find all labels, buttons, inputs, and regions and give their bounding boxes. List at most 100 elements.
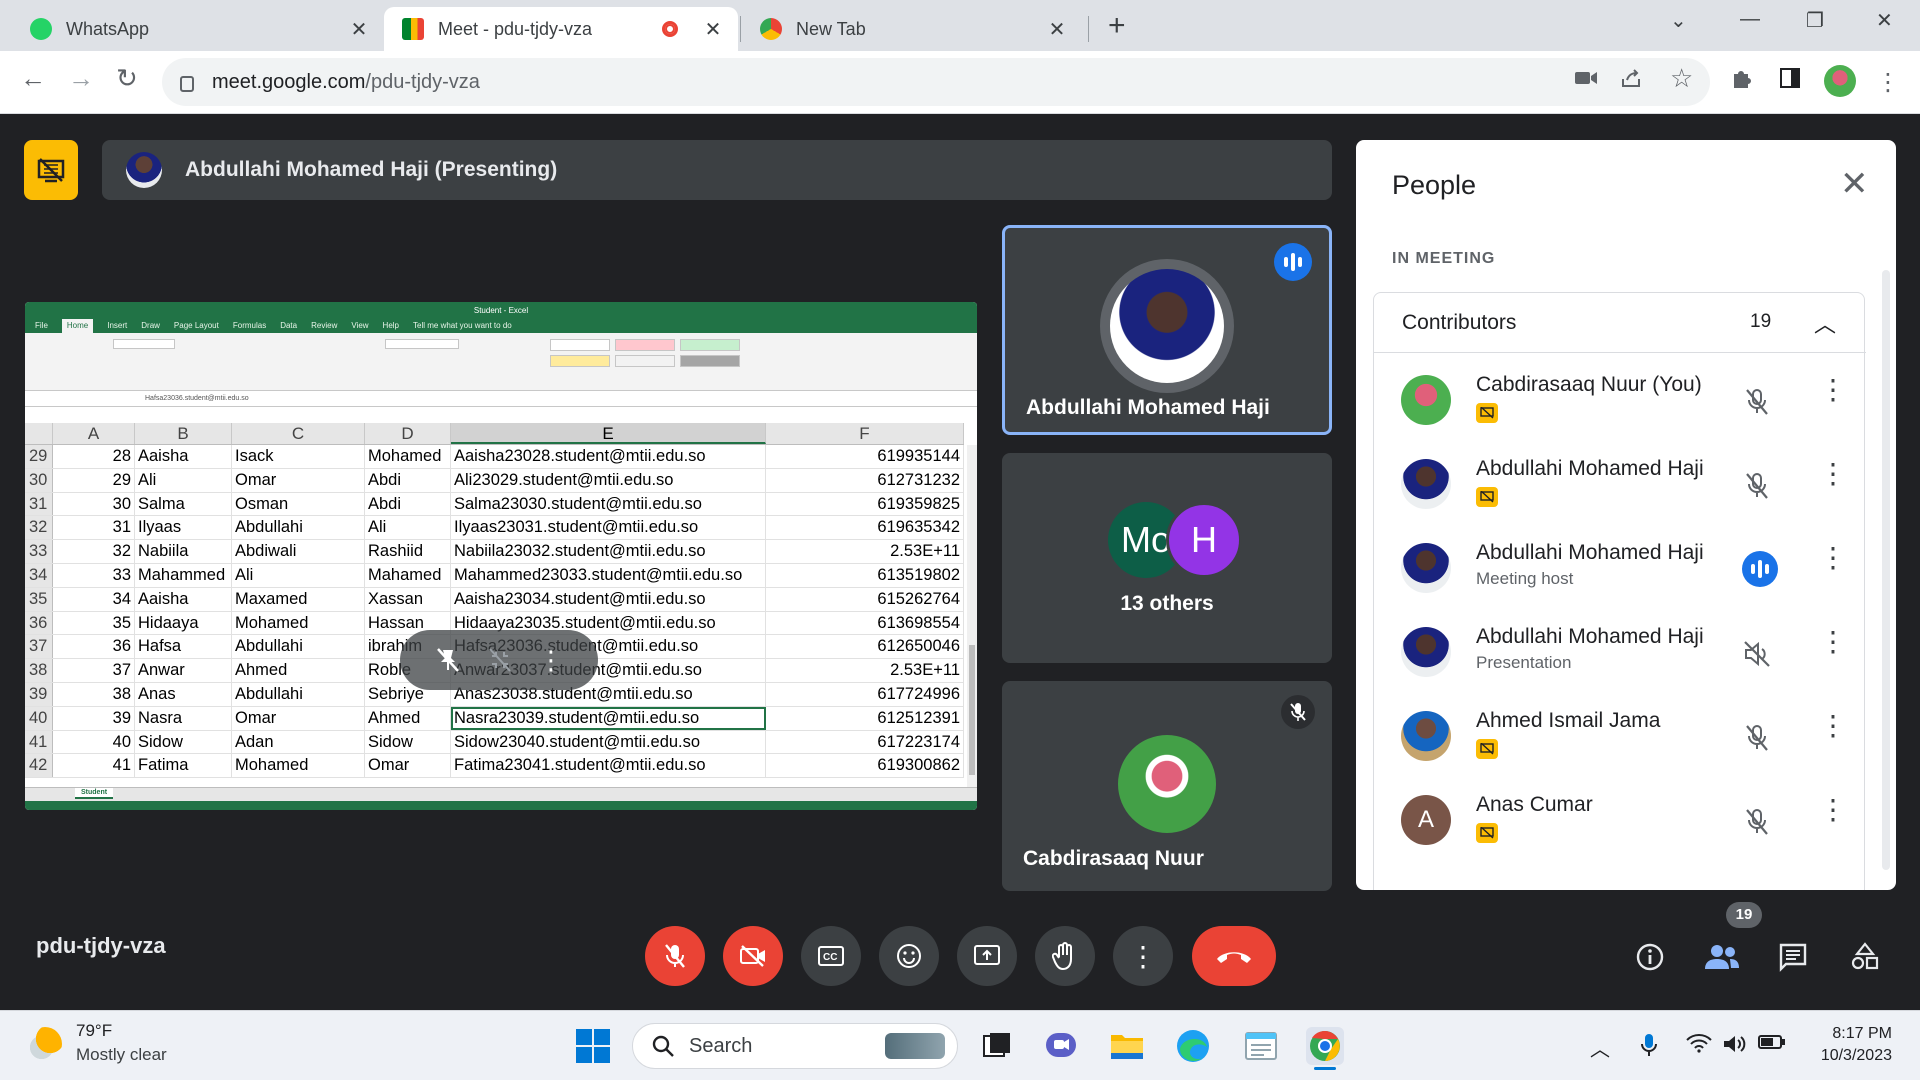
participant-more-icon[interactable]: ⋮	[1819, 796, 1847, 824]
tab-whatsapp[interactable]: WhatsApp ✕	[12, 7, 384, 51]
participant-more-icon[interactable]: ⋮	[1819, 712, 1847, 740]
table-cell: Isack	[232, 445, 365, 468]
leave-call-button[interactable]	[1192, 926, 1276, 986]
table-cell: Adan	[232, 730, 365, 754]
close-window-button[interactable]: ✕	[1876, 8, 1893, 33]
teams-chat-icon[interactable]	[1042, 1027, 1080, 1065]
more-vert-icon: ⋮	[1129, 940, 1157, 972]
participant-more-icon[interactable]: ⋮	[1819, 376, 1847, 404]
new-tab-button[interactable]: +	[1108, 9, 1126, 43]
table-cell: Anwar	[135, 659, 232, 682]
table-cell: Abdullahi	[232, 682, 365, 706]
participant-tile-self[interactable]: Cabdirasaaq Nuur	[1002, 681, 1332, 891]
document-viewer-icon[interactable]	[1242, 1027, 1280, 1065]
table-cell: Ali	[135, 468, 232, 492]
chat-icon	[1779, 943, 1807, 972]
presenting-title: Abdullahi Mohamed Haji (Presenting)	[185, 158, 558, 181]
meet-stage: Abdullahi Mohamed Haji (Presenting) Stud…	[0, 115, 1920, 1010]
participant-row[interactable]: Abdullahi Mohamed Haji ⋮	[1374, 443, 1866, 527]
taskbar-search[interactable]: Search	[632, 1023, 958, 1069]
browser-menu-icon[interactable]: ⋮	[1876, 68, 1900, 97]
edge-browser-icon[interactable]	[1174, 1027, 1212, 1065]
participant-tile-speaker[interactable]: Abdullahi Mohamed Haji	[1002, 225, 1332, 435]
camera-toggle-button[interactable]	[723, 926, 783, 986]
fullscreen-off-icon[interactable]	[486, 646, 514, 674]
mic-toggle-button[interactable]	[645, 926, 705, 986]
meeting-code: pdu-tjdy-vza	[36, 933, 166, 958]
battery-icon[interactable]	[1758, 1033, 1786, 1056]
share-icon[interactable]	[1620, 67, 1642, 95]
volume-icon[interactable]	[1722, 1033, 1748, 1061]
presentation-off-icon	[1476, 823, 1498, 843]
camera-icon[interactable]	[1574, 67, 1598, 93]
audio-off-icon[interactable]	[1742, 639, 1772, 674]
speaking-indicator-icon[interactable]	[1742, 551, 1778, 587]
presentation-badge[interactable]	[24, 140, 78, 200]
participant-row[interactable]: Ahmed Ismail Jama ⋮	[1374, 695, 1866, 779]
participant-more-icon[interactable]: ⋮	[1819, 628, 1847, 656]
present-screen-button[interactable]	[957, 926, 1017, 986]
tab-meet[interactable]: Meet - pdu-tjdy-vza ✕	[384, 7, 738, 51]
chat-button[interactable]	[1771, 935, 1815, 979]
table-cell: 613698554	[766, 611, 964, 635]
unpin-icon[interactable]	[434, 646, 462, 674]
tab-new-tab[interactable]: New Tab ✕	[742, 7, 1082, 51]
table-cell: Abdiwali	[232, 540, 365, 563]
file-explorer-icon[interactable]	[1108, 1027, 1146, 1065]
mic-off-icon[interactable]	[1742, 807, 1772, 842]
show-hidden-icons[interactable]: ︿	[1590, 1033, 1610, 1062]
search-highlight-icon	[885, 1033, 945, 1059]
activities-button[interactable]	[1843, 935, 1887, 979]
extensions-icon[interactable]	[1730, 68, 1752, 96]
mic-off-icon[interactable]	[1742, 387, 1772, 422]
restore-button[interactable]: ❐	[1806, 8, 1824, 33]
meeting-details-button[interactable]	[1628, 935, 1672, 979]
participant-more-icon[interactable]: ⋮	[1819, 544, 1847, 572]
people-button[interactable]	[1700, 935, 1744, 979]
profile-avatar[interactable]	[1824, 65, 1856, 97]
participant-row[interactable]: A Anas Cumar ⋮	[1374, 779, 1866, 863]
participant-row[interactable]: Cabdirasaaq Nuur (You) ⋮	[1374, 359, 1866, 443]
wifi-icon[interactable]	[1686, 1033, 1712, 1059]
task-view-icon[interactable]	[978, 1027, 1016, 1065]
close-tab-icon[interactable]: ✕	[702, 17, 724, 42]
close-tab-icon[interactable]: ✕	[348, 17, 370, 42]
close-panel-button[interactable]: ✕	[1840, 164, 1869, 204]
reactions-button[interactable]	[879, 926, 939, 986]
mic-off-icon[interactable]	[1742, 723, 1772, 758]
windows-logo-icon	[576, 1029, 610, 1063]
microphone-tray-icon[interactable]	[1640, 1033, 1658, 1063]
chrome-taskbar-icon[interactable]	[1306, 1027, 1344, 1070]
panel-scrollbar[interactable]	[1882, 270, 1890, 870]
table-cell: Aaisha23028.student@mtii.edu.so	[451, 445, 766, 468]
participant-tile-others[interactable]: Mo H 13 others	[1002, 453, 1332, 663]
raise-hand-button[interactable]	[1035, 926, 1095, 986]
clock-date: 10/3/2023	[1820, 1047, 1892, 1064]
info-icon	[1636, 943, 1664, 971]
bookmark-star-icon[interactable]: ☆	[1670, 63, 1693, 94]
back-button[interactable]: ←	[20, 63, 46, 94]
lock-icon[interactable]	[180, 76, 194, 92]
mic-off-icon[interactable]	[1742, 471, 1772, 506]
table-cell: Salma	[135, 492, 232, 516]
system-clock[interactable]: 8:17 PM 10/3/2023	[1806, 1023, 1892, 1067]
more-options-icon[interactable]: ⋮	[538, 645, 564, 676]
chevron-up-icon[interactable]: ︿	[1814, 307, 1836, 339]
participant-more-icon[interactable]: ⋮	[1819, 460, 1847, 488]
minimize-button[interactable]: —	[1740, 8, 1760, 31]
ribbon-tab: Draw	[141, 321, 160, 330]
start-button[interactable]	[574, 1027, 612, 1065]
contributors-header[interactable]: Contributors 19 ︿	[1374, 293, 1866, 353]
table-cell: 613519802	[766, 563, 964, 587]
address-bar[interactable]: meet.google.com/pdu-tjdy-vza	[162, 58, 1710, 106]
reload-button[interactable]: ↻	[116, 63, 138, 94]
forward-button[interactable]: →	[68, 63, 94, 94]
side-panel-icon[interactable]	[1780, 68, 1800, 94]
more-options-button[interactable]: ⋮	[1113, 926, 1173, 986]
tab-search-icon[interactable]: ⌄	[1670, 8, 1687, 33]
participant-row[interactable]: Abdullahi Mohamed Haji Presentation ⋮	[1374, 611, 1866, 695]
participant-name: Abdullahi Mohamed Haji	[1476, 457, 1704, 480]
close-tab-icon[interactable]: ✕	[1046, 17, 1068, 42]
participant-row[interactable]: Abdullahi Mohamed Haji Meeting host ⋮	[1374, 527, 1866, 611]
captions-button[interactable]: CC	[801, 926, 861, 986]
